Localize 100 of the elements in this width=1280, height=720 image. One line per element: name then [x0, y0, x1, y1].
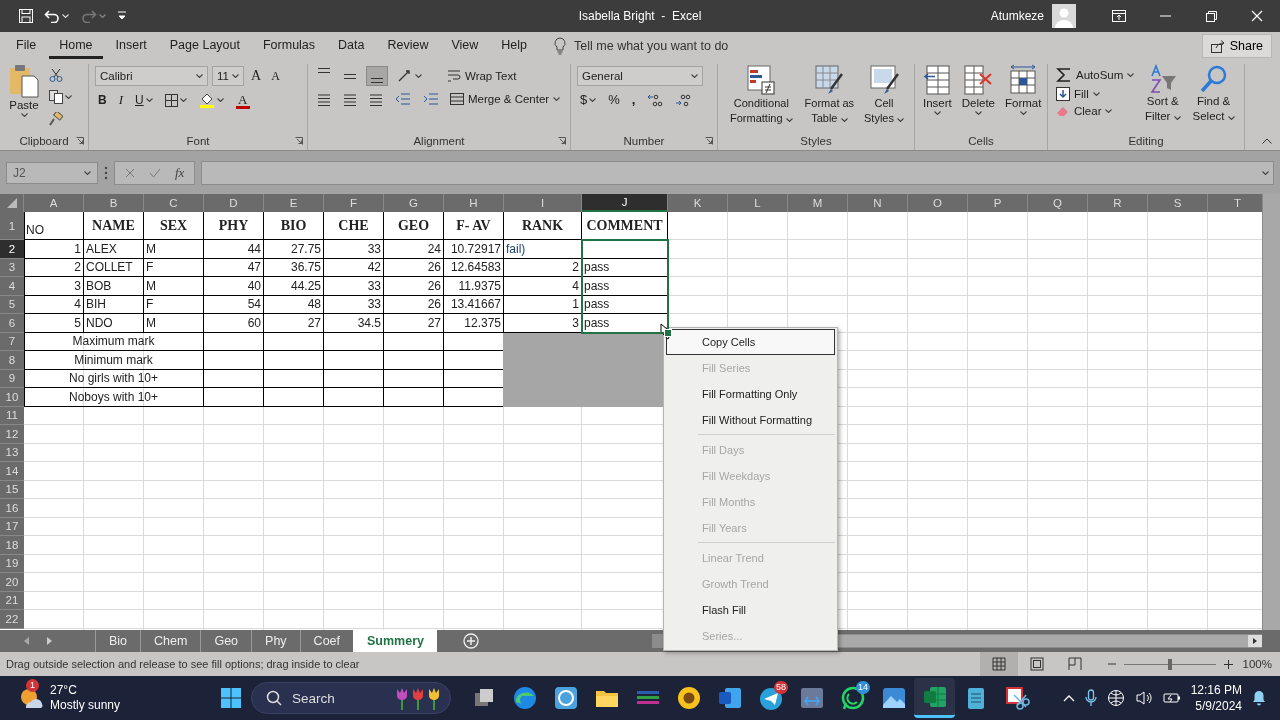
column-header[interactable]: C [144, 194, 204, 212]
row-header[interactable]: 20 [0, 573, 24, 592]
copy-button[interactable] [46, 88, 75, 106]
row-header[interactable]: 1 [0, 212, 24, 240]
font-color-button[interactable]: A [232, 91, 253, 109]
weather-icon[interactable] [18, 686, 44, 710]
cells-button[interactable]: Delete [959, 64, 997, 132]
formula-field[interactable] [201, 160, 1274, 185]
styles-button[interactable]: Conditional Formatting [724, 64, 799, 132]
column-header[interactable]: G [384, 194, 444, 212]
menu-item[interactable]: Copy Cells [666, 329, 835, 355]
tell-me-field[interactable]: Tell me what you want to do [574, 39, 729, 53]
chat-button[interactable]: 14 [832, 678, 873, 718]
scroll-right-icon[interactable] [1248, 635, 1262, 647]
globe-icon[interactable] [1106, 689, 1125, 707]
dialog-launcher-icon[interactable] [76, 137, 84, 145]
microphone-icon[interactable] [1084, 689, 1097, 707]
messenger-button[interactable]: 58 [750, 678, 791, 718]
menu-item[interactable]: Flash Fill [666, 597, 835, 623]
ribbon-tab[interactable]: File [6, 33, 47, 59]
column-header[interactable]: K [668, 194, 728, 212]
sheet-tab[interactable]: Geo [200, 630, 252, 652]
row-header[interactable]: 4 [0, 277, 24, 296]
fill-handle[interactable] [664, 328, 672, 337]
column-header[interactable]: M [788, 194, 848, 212]
vertical-align-button[interactable] [366, 66, 388, 86]
font-size-field[interactable]: 11 [212, 66, 244, 86]
share-button[interactable]: Share [1201, 34, 1272, 58]
ribbon-tab[interactable]: Insert [105, 33, 157, 59]
number-format-field[interactable]: General [577, 66, 703, 86]
new-sheet-button[interactable] [463, 633, 479, 649]
ribbon-tab[interactable]: View [441, 33, 489, 59]
row-header[interactable]: 8 [0, 351, 24, 370]
clear-button[interactable]: Clear [1054, 104, 1137, 118]
column-header[interactable]: J [582, 194, 668, 212]
column-header[interactable]: F [324, 194, 384, 212]
clock-time[interactable]: 12:16 PM [1190, 682, 1242, 698]
column-header[interactable]: N [848, 194, 908, 212]
shrink-font-button[interactable]: A [268, 66, 283, 86]
grow-font-button[interactable]: A [248, 66, 265, 86]
fill-button[interactable]: Fill [1054, 86, 1137, 102]
name-box[interactable]: J2 [6, 161, 98, 184]
column-header[interactable]: R [1088, 194, 1148, 212]
battery-icon[interactable] [1162, 691, 1181, 705]
currency-button[interactable]: $ [577, 90, 600, 109]
chevron-up-icon[interactable] [1062, 694, 1075, 702]
percent-button[interactable]: % [605, 90, 623, 109]
search-field[interactable]: Search [251, 682, 451, 714]
row-header[interactable]: 16 [0, 499, 24, 518]
spreadsheet-button[interactable] [914, 678, 955, 718]
paste-button[interactable]: Paste [6, 64, 42, 132]
vertical-scrollbar[interactable] [1262, 194, 1280, 630]
ribbon-tab[interactable]: Home [49, 33, 103, 59]
autosum-button[interactable]: AutoSum [1054, 66, 1137, 84]
row-header[interactable]: 6 [0, 314, 24, 333]
collapse-ribbon-icon[interactable] [1262, 138, 1272, 144]
column-header[interactable]: O [908, 194, 968, 212]
undo-button[interactable] [42, 7, 71, 25]
menu-item[interactable]: Fill Formatting Only [666, 381, 835, 407]
cells-button[interactable]: Format [1003, 64, 1044, 132]
clock-date[interactable]: 5/9/2024 [1195, 698, 1242, 714]
column-header[interactable]: P [968, 194, 1028, 212]
row-header[interactable]: 2 [0, 240, 24, 259]
column-header[interactable]: L [728, 194, 788, 212]
ribbon-tab[interactable]: Formulas [252, 33, 326, 59]
zoom-level[interactable]: 100% [1242, 658, 1272, 670]
bell-icon[interactable] [1252, 690, 1266, 706]
sheet-tab[interactable]: Bio [95, 630, 141, 652]
save-icon[interactable] [18, 8, 34, 24]
merge-center-button[interactable]: Merge & Center [448, 91, 563, 107]
row-header[interactable]: 12 [0, 425, 24, 444]
column-header[interactable]: H [444, 194, 504, 212]
column-header[interactable]: Q [1028, 194, 1088, 212]
row-header[interactable]: 10 [0, 388, 24, 407]
styles-button[interactable]: Cell Styles [860, 64, 908, 132]
zoom-thumb[interactable] [1167, 658, 1172, 670]
zoom-in-icon[interactable] [1223, 659, 1233, 669]
find-select-button[interactable]: Find & Select [1189, 64, 1238, 132]
column-header[interactable]: A [24, 194, 84, 212]
font-name-field[interactable]: Calibri [95, 66, 208, 86]
sheet-tab[interactable]: Summery [353, 630, 437, 652]
styles-button[interactable]: Format as Table [800, 64, 859, 132]
wrap-text-button[interactable]: Wrap Text [445, 68, 519, 84]
sort-filter-button[interactable]: Sort & Filter [1140, 64, 1186, 132]
redo-button[interactable] [79, 7, 108, 25]
dialog-launcher-icon[interactable] [705, 137, 713, 145]
ribbon-tab[interactable]: Data [328, 33, 375, 59]
customize-icon[interactable] [116, 10, 128, 22]
ribbon-tab[interactable]: Page Layout [159, 33, 250, 59]
bold-button[interactable]: B [95, 91, 110, 109]
dialog-launcher-icon[interactable] [558, 137, 566, 145]
ribbon-tab[interactable]: Review [377, 33, 439, 59]
speaker-icon[interactable] [1134, 690, 1153, 706]
underline-button[interactable]: U [132, 91, 156, 109]
row-header[interactable]: 18 [0, 536, 24, 555]
column-header[interactable]: S [1148, 194, 1208, 212]
ribbon-tab[interactable]: Help [491, 33, 538, 59]
select-all-icon[interactable] [6, 198, 17, 208]
view-button[interactable] [979, 652, 1018, 676]
row-header[interactable]: 14 [0, 462, 24, 481]
